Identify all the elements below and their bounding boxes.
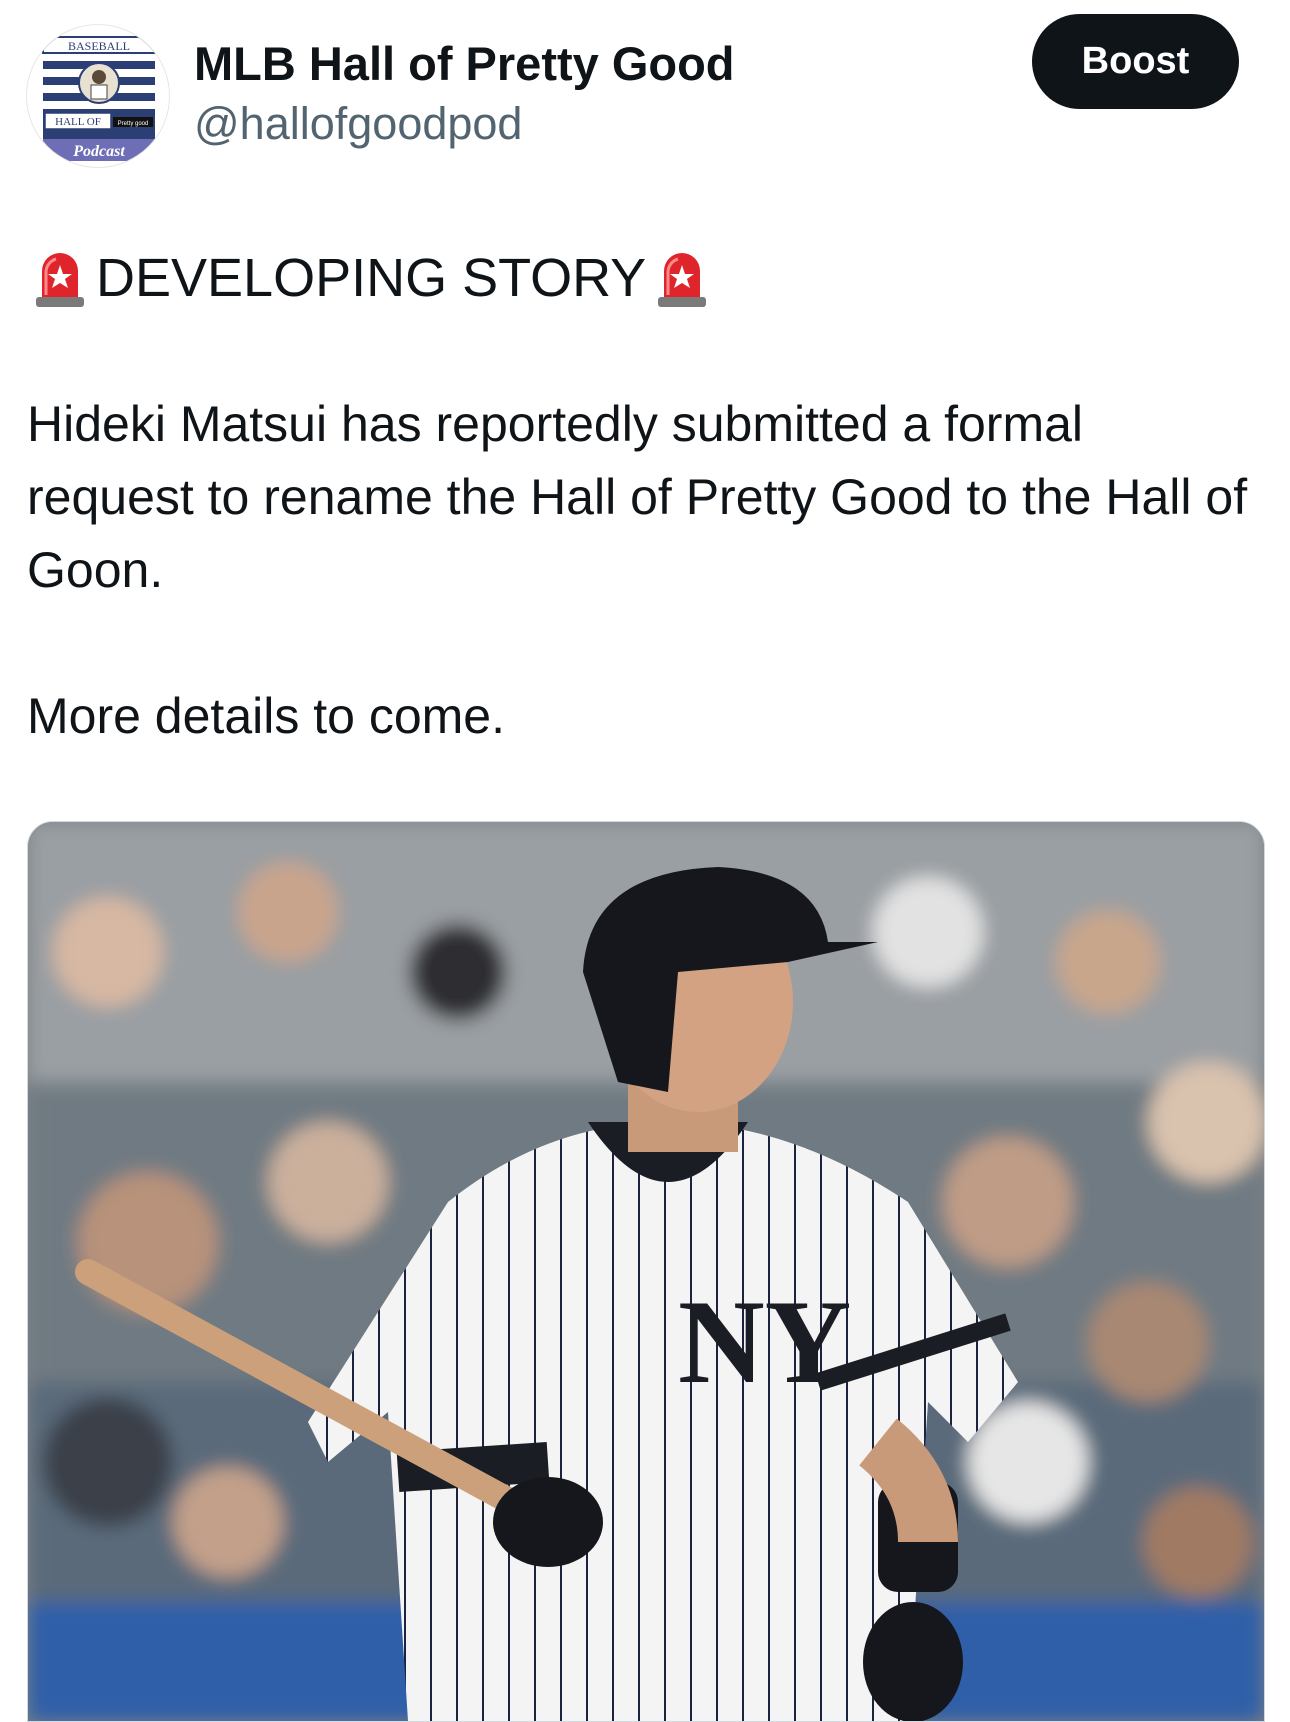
post-image[interactable]: NY <box>27 821 1265 1722</box>
post-paragraph: More details to come. <box>27 688 505 744</box>
police-siren-icon <box>34 247 86 309</box>
display-name[interactable]: MLB Hall of Pretty Good <box>194 36 735 91</box>
post-headline: DEVELOPING STORY <box>34 244 708 312</box>
svg-text:Pretty good: Pretty good <box>118 121 149 127</box>
police-siren-icon <box>656 247 708 309</box>
post-header: BASEBALL HALL OF Pretty good Podcast MLB… <box>0 0 1290 170</box>
hall-of-pretty-good-logo-icon: BASEBALL HALL OF Pretty good Podcast <box>42 36 156 161</box>
headline-text: DEVELOPING STORY <box>96 248 647 308</box>
account-avatar[interactable]: BASEBALL HALL OF Pretty good Podcast <box>26 24 170 168</box>
svg-text:Podcast: Podcast <box>72 143 125 160</box>
svg-text:HALL OF: HALL OF <box>55 116 101 128</box>
post-body: Hideki Matsui has reportedly submitted a… <box>27 388 1257 753</box>
boost-button[interactable]: Boost <box>1032 14 1239 109</box>
post-paragraph: Hideki Matsui has reportedly submitted a… <box>27 396 1248 598</box>
svg-text:NY: NY <box>678 1275 851 1408</box>
svg-text:BASEBALL: BASEBALL <box>68 39 130 53</box>
account-handle[interactable]: @hallofgoodpod <box>194 98 522 150</box>
baseball-player-photo: NY <box>28 822 1264 1721</box>
